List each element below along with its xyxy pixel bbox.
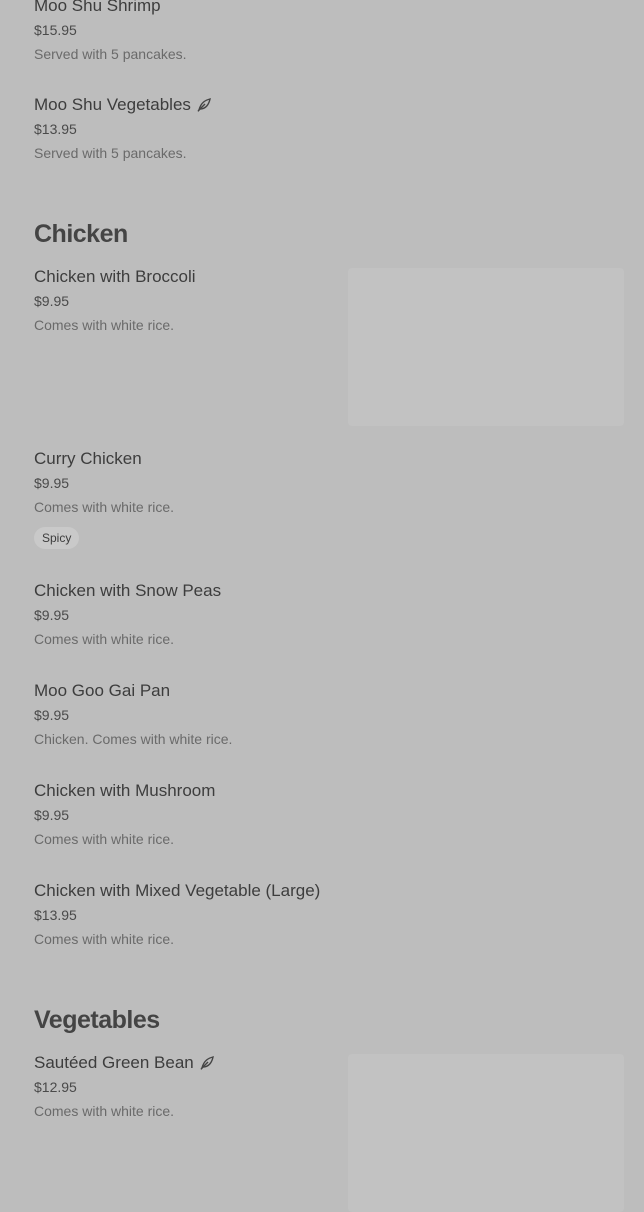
item-name-row: Sautéed Green Bean <box>34 1052 214 1074</box>
menu-item[interactable]: Moo Shu Shrimp $15.95 Served with 5 panc… <box>0 0 187 64</box>
item-image-placeholder[interactable] <box>348 268 624 426</box>
item-description: Comes with white rice. <box>34 831 175 847</box>
item-price: $13.95 <box>34 907 77 923</box>
menu-item[interactable]: Chicken with Mushroom $9.95 Comes with w… <box>0 780 215 849</box>
item-name-row: Moo Shu Vegetables <box>34 94 211 116</box>
item-price: $12.95 <box>34 1079 77 1095</box>
item-name: Moo Shu Vegetables <box>34 95 191 114</box>
item-price: $13.95 <box>34 121 77 137</box>
menu-item[interactable]: Moo Goo Gai Pan $9.95 Chicken. Comes wit… <box>0 680 232 749</box>
item-price: $9.95 <box>34 607 70 623</box>
item-name: Curry Chicken <box>34 449 142 468</box>
menu-item[interactable]: Chicken with Snow Peas $9.95 Comes with … <box>0 580 221 649</box>
item-price: $9.95 <box>34 475 70 491</box>
menu-item[interactable]: Moo Shu Vegetables $13.95 Served with 5 … <box>0 94 211 163</box>
item-description: Chicken. Comes with white rice. <box>34 731 233 747</box>
item-image-placeholder[interactable] <box>348 1054 624 1212</box>
spicy-badge: Spicy <box>34 527 80 549</box>
menu-item[interactable]: Sautéed Green Bean $12.95 Comes with whi… <box>0 1052 214 1121</box>
item-description: Comes with white rice. <box>34 499 175 515</box>
item-description: Comes with white rice. <box>34 931 175 947</box>
item-price: $15.95 <box>34 22 77 38</box>
leaf-icon <box>197 98 211 112</box>
section-title: Vegetables <box>34 1006 160 1034</box>
item-description: Comes with white rice. <box>34 631 175 647</box>
item-name: Moo Shu Shrimp <box>34 0 161 15</box>
item-price: $9.95 <box>34 707 70 723</box>
section-title: Chicken <box>34 220 128 248</box>
item-description: Served with 5 pancakes. <box>34 145 187 161</box>
item-description: Served with 5 pancakes. <box>34 46 187 62</box>
item-price: $9.95 <box>34 807 70 823</box>
item-description: Comes with white rice. <box>34 1103 175 1119</box>
item-name: Chicken with Mushroom <box>34 781 216 800</box>
menu-item[interactable]: Chicken with Mixed Vegetable (Large) $13… <box>0 880 320 949</box>
leaf-icon <box>200 1056 214 1070</box>
item-name: Chicken with Snow Peas <box>34 581 222 600</box>
item-name: Moo Goo Gai Pan <box>34 681 171 700</box>
menu-item[interactable]: Curry Chicken $9.95 Comes with white ric… <box>0 448 174 549</box>
item-name: Chicken with Mixed Vegetable (Large) <box>34 881 321 900</box>
item-name: Sautéed Green Bean <box>34 1053 194 1072</box>
